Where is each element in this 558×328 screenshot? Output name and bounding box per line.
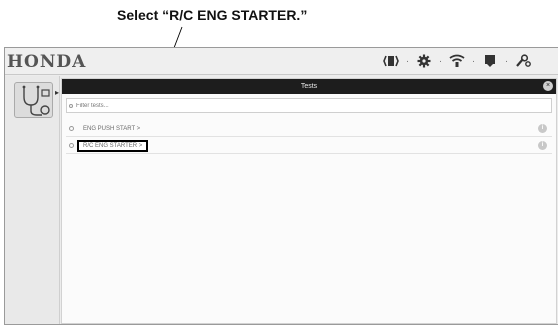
info-icon[interactable]: i <box>538 141 547 150</box>
top-bar: HONDA · · · · <box>5 48 558 75</box>
sidebar: ▸ <box>5 76 60 324</box>
test-list: ENG PUSH START > i R/C ENG STARTER > i <box>62 121 556 154</box>
toolbar-separator: · <box>405 55 410 67</box>
bluetooth-icon[interactable] <box>383 53 399 69</box>
radio-icon <box>69 126 74 131</box>
diagnostic-tool-tile[interactable] <box>14 82 53 118</box>
filter-input[interactable] <box>76 102 534 109</box>
list-item-eng-push-start[interactable]: ENG PUSH START > i <box>66 121 552 137</box>
toolbar-separator: · <box>471 55 476 67</box>
stethoscope-icon <box>22 85 50 116</box>
info-icon[interactable]: i <box>538 124 547 133</box>
toolbar-separator: · <box>438 55 443 67</box>
brand-logo: HONDA <box>7 52 87 72</box>
panel-title: Tests <box>300 83 318 90</box>
search-icon <box>69 103 73 108</box>
list-item-label: ENG PUSH START > <box>83 125 141 132</box>
filter-box <box>66 98 552 113</box>
list-item-rc-eng-starter[interactable]: R/C ENG STARTER > i <box>66 138 552 154</box>
signal-icon[interactable] <box>449 53 465 69</box>
app-window: HONDA · · · · ▸ Tests × Filter tests... … <box>4 47 558 325</box>
download-icon[interactable] <box>482 53 498 69</box>
close-icon[interactable]: × <box>543 81 553 91</box>
gear-icon[interactable] <box>416 53 432 69</box>
radio-icon <box>69 143 74 148</box>
toolbar-icons: · · · · <box>383 53 531 69</box>
panel-header: Tests × <box>62 79 556 94</box>
tool-icon[interactable] <box>515 53 531 69</box>
list-item-label: R/C ENG STARTER > <box>77 139 149 152</box>
tests-panel: Tests × ENG PUSH START > i R/C ENG START… <box>61 78 557 324</box>
toolbar-separator: · <box>504 55 509 67</box>
sidebar-expand-icon[interactable]: ▸ <box>55 88 59 97</box>
instruction-callout: Select “R/C ENG STARTER.” <box>117 7 308 23</box>
